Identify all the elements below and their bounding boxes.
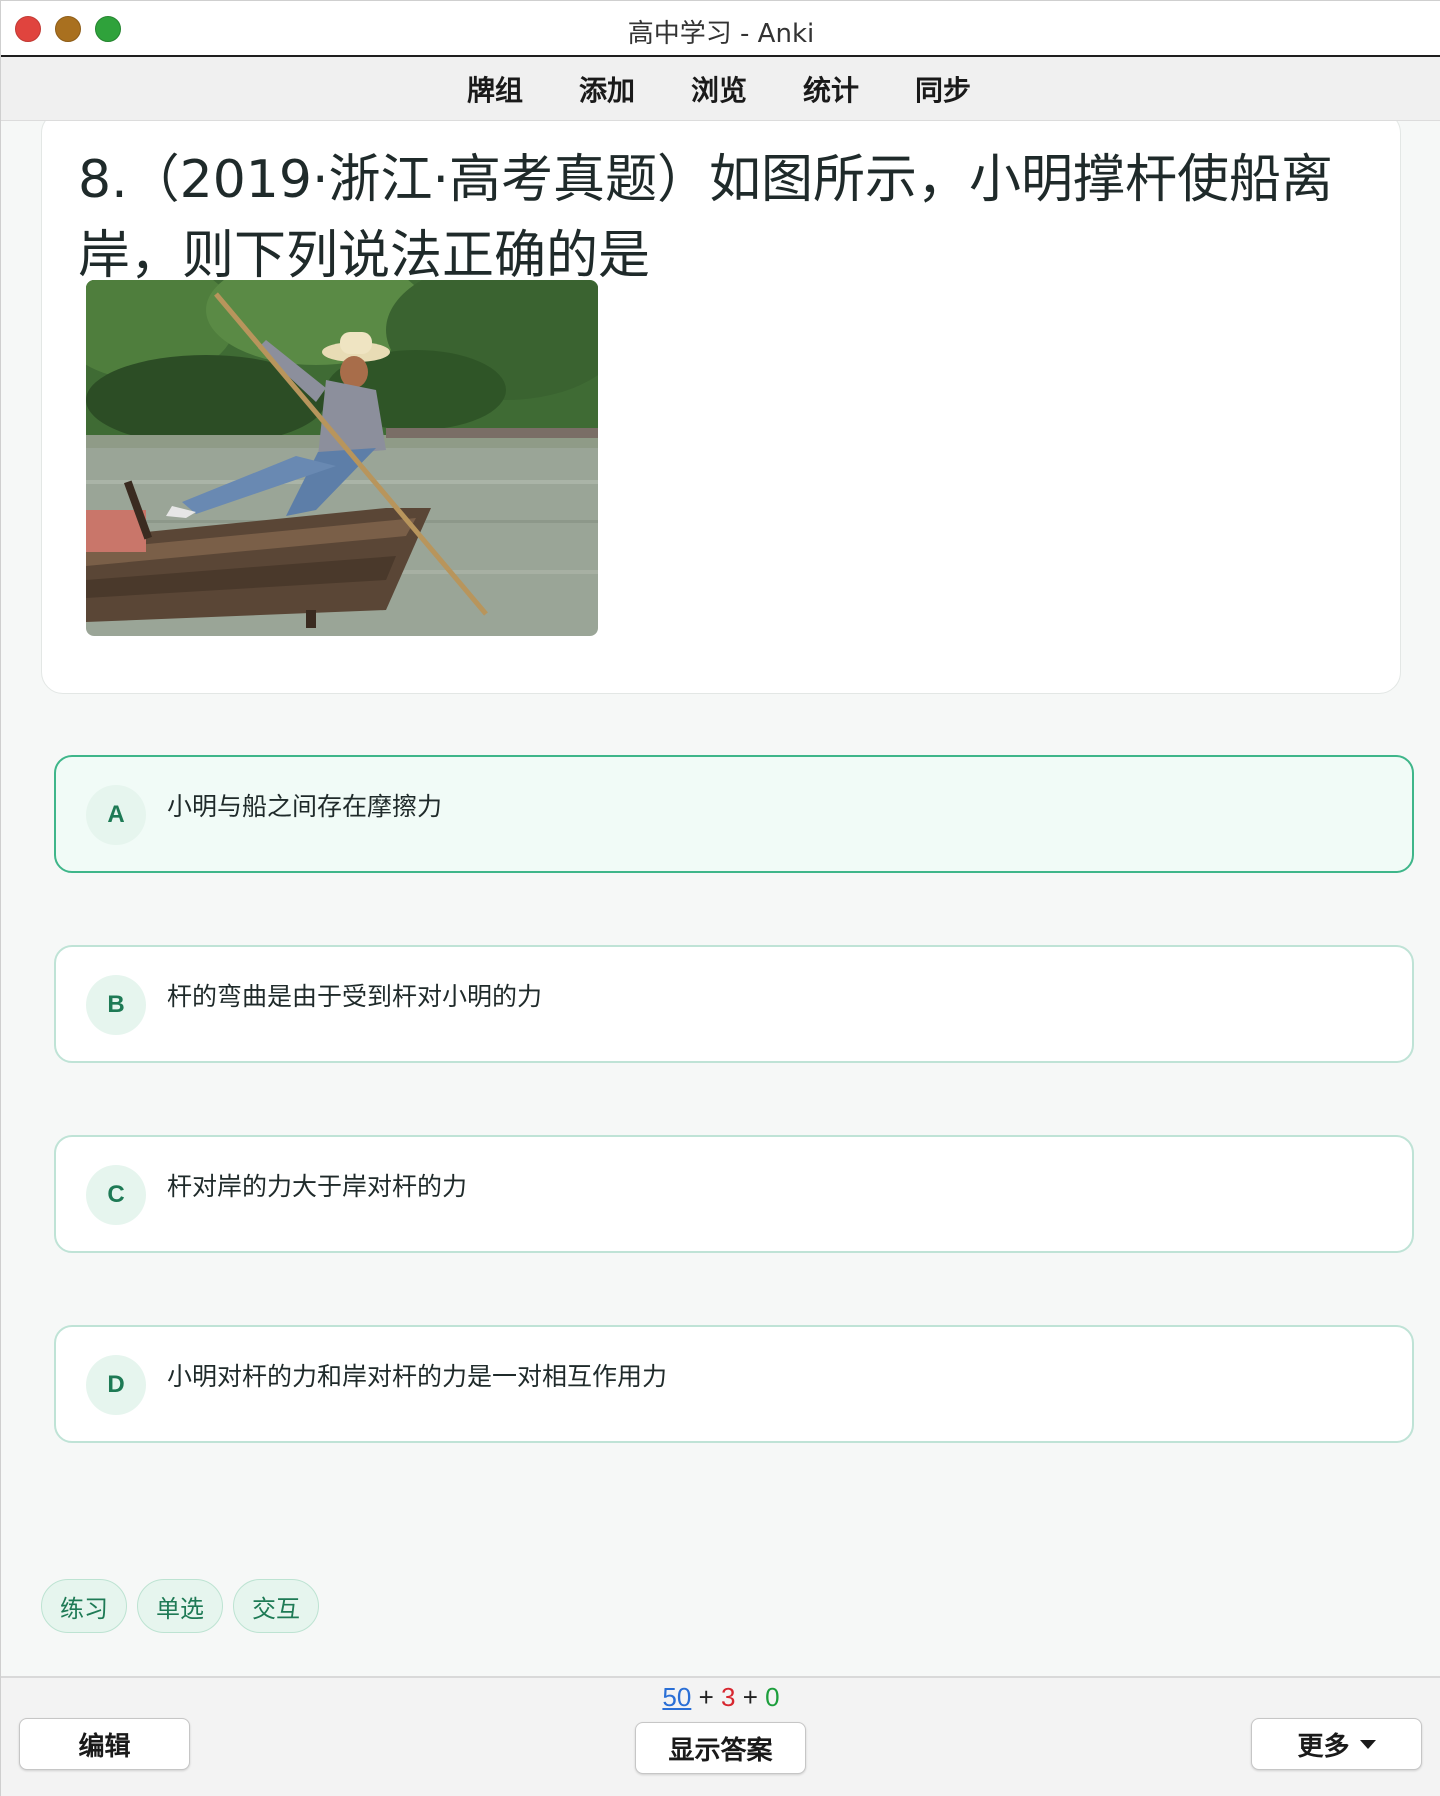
menu-sync[interactable]: 同步: [915, 69, 971, 109]
title-bar: 高中学习 - Anki: [1, 1, 1440, 57]
option-b-text: 杆的弯曲是由于受到杆对小明的力: [167, 982, 543, 1011]
menu-browse[interactable]: 浏览: [691, 69, 747, 109]
option-d[interactable]: D 小明对杆的力和岸对杆的力是一对相互作用力: [54, 1325, 1414, 1443]
top-toolbar: 牌组 添加 浏览 统计 同步: [1, 57, 1440, 121]
option-a-letter: A: [86, 785, 146, 845]
option-b[interactable]: B 杆的弯曲是由于受到杆对小明的力: [54, 945, 1414, 1063]
option-c[interactable]: C 杆对岸的力大于岸对杆的力: [54, 1135, 1414, 1253]
new-count[interactable]: 50: [662, 1682, 691, 1712]
more-button[interactable]: 更多: [1251, 1718, 1422, 1770]
menu-stats[interactable]: 统计: [803, 69, 859, 109]
option-b-letter: B: [86, 975, 146, 1035]
show-answer-button[interactable]: 显示答案: [635, 1722, 806, 1774]
count-separator: +: [698, 1682, 714, 1712]
option-a-text: 小明与船之间存在摩擦力: [167, 792, 443, 821]
menu-decks[interactable]: 牌组: [467, 69, 523, 109]
review-count: 0: [765, 1682, 780, 1712]
option-d-text: 小明对杆的力和岸对杆的力是一对相互作用力: [167, 1362, 668, 1391]
window-title: 高中学习 - Anki: [627, 19, 815, 49]
more-button-label: 更多: [1297, 1731, 1350, 1762]
bottom-bar: 50 + 3 + 0 编辑 显示答案 更多: [1, 1676, 1440, 1796]
anki-window: 高中学习 - Anki 牌组 添加 浏览 统计 同步 8.（2019·浙江·高考…: [0, 0, 1440, 1796]
option-a[interactable]: A 小明与船之间存在摩擦力: [54, 755, 1414, 873]
option-d-letter: D: [86, 1355, 146, 1415]
tag-interactive[interactable]: 交互: [233, 1579, 319, 1633]
due-counts: 50 + 3 + 0: [1, 1682, 1440, 1713]
card-content[interactable]: 8.（2019·浙江·高考真题）如图所示，小明撑杆使船离岸，则下列说法正确的是: [1, 121, 1440, 1676]
question-photo-boatman: [86, 280, 598, 636]
count-separator: +: [742, 1682, 758, 1712]
tag-list: 练习 单选 交互: [41, 1579, 319, 1633]
option-c-letter: C: [86, 1165, 146, 1225]
caret-down-icon: [1359, 1739, 1376, 1749]
question-text: 8.（2019·浙江·高考真题）如图所示，小明撑杆使船离岸，则下列说法正确的是: [78, 150, 1334, 286]
menu-add[interactable]: 添加: [579, 69, 635, 109]
learn-count: 3: [720, 1682, 736, 1712]
option-c-text: 杆对岸的力大于岸对杆的力: [167, 1172, 468, 1201]
edit-button[interactable]: 编辑: [19, 1718, 190, 1770]
tag-single-choice[interactable]: 单选: [137, 1579, 223, 1633]
question-card: 8.（2019·浙江·高考真题）如图所示，小明撑杆使船离岸，则下列说法正确的是: [41, 121, 1401, 694]
tag-practice[interactable]: 练习: [41, 1579, 127, 1633]
